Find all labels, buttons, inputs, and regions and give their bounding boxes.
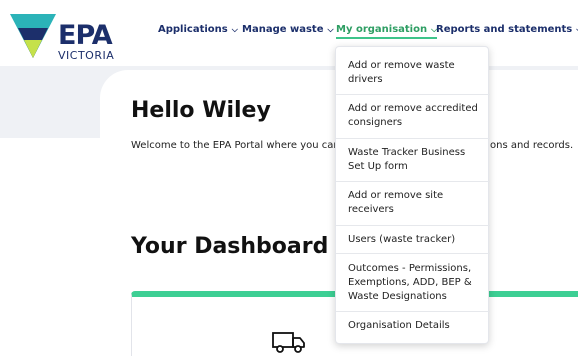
logo-wordmark: EPA — [58, 20, 113, 51]
menu-item-waste-drivers[interactable]: Add or remove waste drivers — [336, 47, 490, 95]
dashboard-title: Your Dashboard — [131, 234, 329, 259]
epa-logo[interactable]: EPA VICTORIA — [10, 12, 130, 62]
menu-item-business-setup-form[interactable]: Waste Tracker Business Set Up form — [336, 139, 490, 182]
nav-manage-waste[interactable]: Manage waste ⌵ — [242, 24, 334, 35]
menu-item-site-receivers[interactable]: Add or remove site receivers — [336, 182, 490, 226]
logo-subtitle: VICTORIA — [58, 49, 115, 62]
welcome-text: Welcome to the EPA Portal where you can — [131, 140, 340, 151]
nav-label: Applications — [158, 24, 228, 35]
menu-item-label: Add or remove site receivers — [348, 190, 444, 215]
nav-label: Reports and statements — [436, 24, 573, 35]
epa-logo-triangle-icon — [10, 14, 56, 58]
menu-item-label: Organisation Details — [348, 320, 450, 331]
menu-item-users-waste-tracker[interactable]: Users (waste tracker) — [336, 226, 490, 254]
menu-item-organisation-details[interactable]: Organisation Details — [336, 312, 490, 344]
menu-item-label: Waste Tracker Business Set Up form — [348, 147, 466, 172]
nav-applications[interactable]: Applications ⌵ — [158, 24, 238, 35]
menu-item-label: Outcomes - Permissions, Exemptions, ADD,… — [348, 263, 472, 302]
site-header: EPA VICTORIA Applications ⌵ Manage waste ⌵… — [0, 0, 578, 66]
nav-label: Manage waste — [242, 24, 324, 35]
chevron-down-icon: ⌵ — [231, 25, 238, 34]
nav-label: My organisation — [336, 24, 428, 35]
menu-item-label: Users (waste tracker) — [348, 234, 456, 245]
welcome-text-continued: ons and records. — [490, 140, 574, 151]
chevron-down-icon: ⌵ — [327, 25, 334, 34]
menu-item-accredited-consigners[interactable]: Add or remove accredited consigners — [336, 95, 490, 139]
page-title: Hello Wiley — [131, 98, 271, 123]
menu-item-label: Add or remove waste drivers — [348, 60, 455, 85]
menu-item-outcomes[interactable]: Outcomes - Permissions, Exemptions, ADD,… — [336, 254, 490, 312]
truck-icon — [272, 332, 305, 353]
my-organisation-dropdown: Add or remove waste drivers Add or remov… — [335, 46, 490, 344]
menu-item-label: Add or remove accredited consigners — [348, 103, 478, 128]
nav-reports-statements[interactable]: Reports and statements⌵ — [436, 24, 578, 35]
nav-my-organisation[interactable]: My organisation ⌵ — [336, 24, 438, 39]
